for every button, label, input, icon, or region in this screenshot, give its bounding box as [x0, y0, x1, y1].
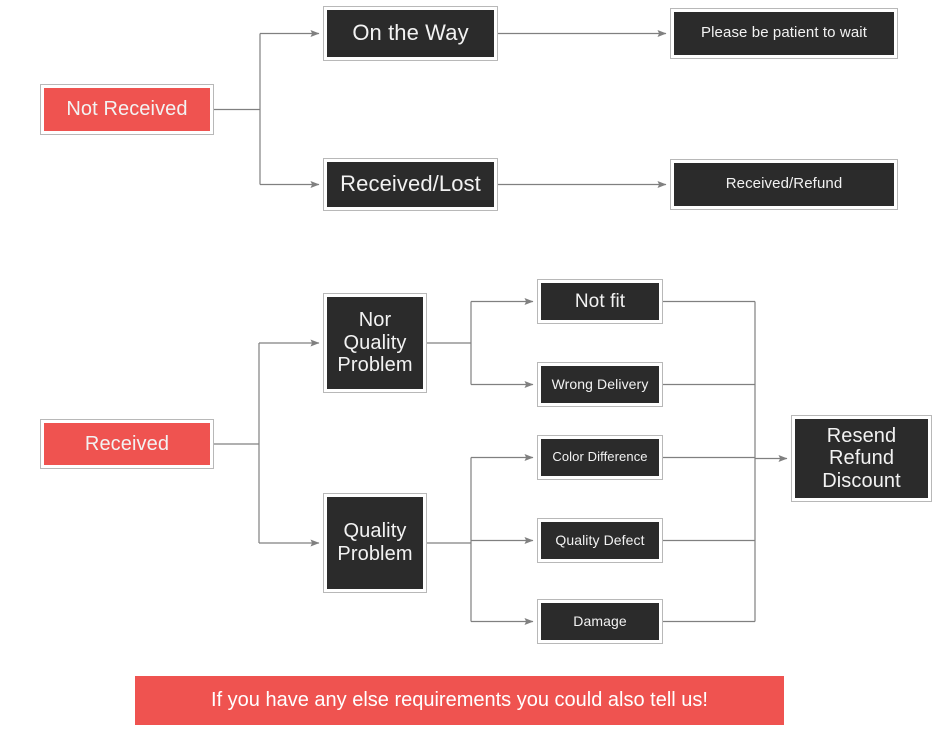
- node-label-received: Received: [44, 423, 210, 465]
- node-label-damage: Damage: [541, 603, 659, 640]
- footer-banner: If you have any else requirements you co…: [135, 676, 784, 725]
- node-resend-refund-discount[interactable]: Resend Refund Discount: [791, 415, 932, 502]
- node-received[interactable]: Received: [40, 419, 214, 469]
- node-not-fit[interactable]: Not fit: [537, 279, 663, 324]
- node-label-please-be-patient: Please be patient to wait: [674, 12, 894, 55]
- node-label-received-refund: Received/Refund: [674, 163, 894, 206]
- node-label-quality-defect: Quality Defect: [541, 522, 659, 559]
- node-label-resend-refund-discount: Resend Refund Discount: [795, 419, 928, 498]
- node-label-nor-quality-problem: Nor Quality Problem: [327, 297, 423, 389]
- node-label-quality-problem: Quality Problem: [327, 497, 423, 589]
- node-wrong-delivery[interactable]: Wrong Delivery: [537, 362, 663, 407]
- node-label-not-fit: Not fit: [541, 283, 659, 320]
- node-label-on-the-way: On the Way: [327, 10, 494, 57]
- node-label-color-difference: Color Difference: [541, 439, 659, 476]
- node-label-wrong-delivery: Wrong Delivery: [541, 366, 659, 403]
- node-please-be-patient[interactable]: Please be patient to wait: [670, 8, 898, 59]
- node-received-lost[interactable]: Received/Lost: [323, 158, 498, 211]
- node-not-received[interactable]: Not Received: [40, 84, 214, 135]
- footer-banner-text: If you have any else requirements you co…: [211, 689, 708, 711]
- node-nor-quality-problem[interactable]: Nor Quality Problem: [323, 293, 427, 393]
- node-on-the-way[interactable]: On the Way: [323, 6, 498, 61]
- node-damage[interactable]: Damage: [537, 599, 663, 644]
- flowchart-canvas: Not Received On the Way Please be patient …: [0, 0, 950, 731]
- node-color-difference[interactable]: Color Difference: [537, 435, 663, 480]
- node-quality-problem[interactable]: Quality Problem: [323, 493, 427, 593]
- node-received-refund[interactable]: Received/Refund: [670, 159, 898, 210]
- node-label-received-lost: Received/Lost: [327, 162, 494, 207]
- node-quality-defect[interactable]: Quality Defect: [537, 518, 663, 563]
- node-label-not-received: Not Received: [44, 88, 210, 131]
